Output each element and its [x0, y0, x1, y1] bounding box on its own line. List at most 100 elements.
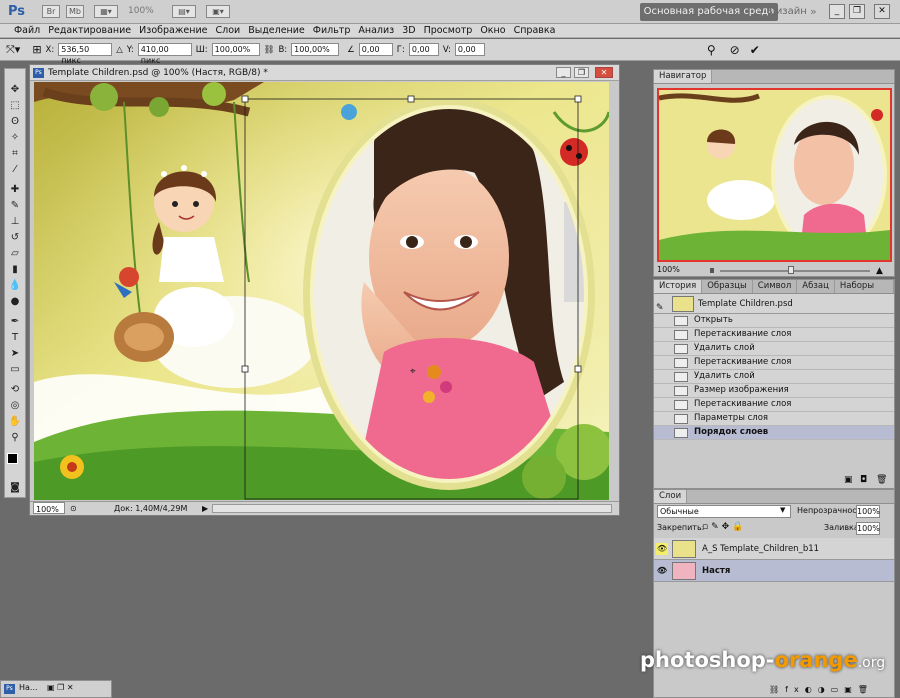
healing-brush-tool-icon[interactable]: ✚ — [7, 183, 23, 197]
delete-state-icon[interactable]: 🗑 — [876, 475, 887, 485]
blur-tool-icon[interactable]: 💧 — [7, 279, 23, 293]
gradient-tool-icon[interactable]: ▮ — [7, 263, 23, 277]
cancel-transform-icon[interactable]: ⊘ — [730, 43, 740, 57]
menu-select[interactable]: Выделение — [244, 24, 309, 38]
3d-orbit-tool-icon[interactable]: ◎ — [7, 399, 23, 413]
clone-stamp-tool-icon[interactable]: ⊥ — [7, 215, 23, 229]
blend-mode-chevron-down-icon[interactable]: ▼ — [780, 506, 785, 514]
view-extras-icon[interactable]: ▦▾ — [94, 5, 118, 18]
width-field[interactable]: 100,00% — [211, 43, 260, 56]
status-zoom-field[interactable]: 100% — [33, 502, 65, 514]
image-canvas[interactable]: ⌖ — [34, 82, 609, 500]
zoom-out-icon[interactable] — [710, 268, 714, 273]
menu-analysis[interactable]: Анализ — [354, 24, 398, 38]
history-item[interactable]: Открыть — [654, 314, 894, 328]
quick-select-tool-icon[interactable]: ✧ — [7, 131, 23, 145]
layer-row[interactable]: 👁 A_S Template_Children_b11 — [654, 538, 894, 560]
x-field[interactable]: 536,50 пикс — [58, 43, 113, 65]
design-workspace-link[interactable]: Дизайн — [768, 6, 807, 17]
history-snapshot[interactable]: ✎ Template Children.psd — [654, 294, 894, 314]
close-icon[interactable]: ✕ — [874, 4, 890, 19]
menu-view[interactable]: Просмотр — [420, 24, 477, 38]
link-icon[interactable]: ⛓ — [264, 45, 275, 55]
taskbar-doc-label[interactable]: На... — [19, 683, 38, 692]
more-workspaces-icon[interactable]: » — [810, 5, 817, 18]
hand-tool-icon[interactable]: ✋ — [7, 415, 23, 429]
bridge-icon[interactable]: Br — [42, 5, 60, 18]
doc-close-icon[interactable]: ✕ — [595, 67, 613, 78]
foreground-color-swatch[interactable] — [7, 453, 18, 464]
layer-row-selected[interactable]: 👁 Настя — [654, 560, 894, 582]
menu-layers[interactable]: Слои — [211, 24, 244, 38]
eyedropper-tool-icon[interactable]: ⁄ — [7, 163, 23, 177]
history-item[interactable]: Удалить слой — [654, 342, 894, 356]
eraser-tool-icon[interactable]: ▱ — [7, 247, 23, 261]
lock-icons[interactable]: ▫✎✥🔒 — [702, 522, 746, 532]
crop-tool-icon[interactable]: ⌗ — [7, 147, 23, 161]
tab-swatches[interactable]: Образцы — [702, 280, 753, 293]
history-item[interactable]: Перетаскивание слоя — [654, 356, 894, 370]
document-title-bar[interactable]: Ps Template Children.psd @ 100% (Настя, … — [30, 65, 619, 81]
minibridge-icon[interactable]: Mb — [66, 5, 84, 18]
zoom-tool-icon[interactable]: ⚲ — [7, 431, 23, 445]
eye-icon[interactable]: 👁 — [656, 565, 668, 577]
taskbar-buttons[interactable]: ▣ ❐ ✕ — [47, 683, 74, 692]
tab-layers[interactable]: Слои — [654, 490, 688, 503]
angle-field[interactable]: 0,00 — [358, 43, 393, 56]
doc-minimize-icon[interactable]: _ — [556, 67, 571, 78]
status-menu-arrow-icon[interactable]: ▶ — [202, 502, 208, 515]
history-item-current[interactable]: Порядок слоев — [654, 426, 894, 440]
shape-tool-icon[interactable]: ▭ — [7, 363, 23, 377]
commit-transform-icon[interactable]: ✔ — [750, 43, 760, 57]
tab-brush-presets[interactable]: Наборы кистей — [835, 280, 894, 304]
status-info-icon[interactable]: ⊙ — [70, 502, 77, 515]
navigator-zoom[interactable]: 100% — [657, 265, 680, 274]
horizontal-skew-field[interactable]: 0,00 — [408, 43, 439, 56]
warp-mode-icon[interactable]: ⚲ — [707, 43, 716, 57]
tab-navigator[interactable]: Навигатор — [654, 70, 713, 83]
zoom-in-icon[interactable]: ▲ — [876, 266, 883, 276]
history-item[interactable]: Перетаскивание слоя — [654, 328, 894, 342]
arrange-documents-icon[interactable]: ▤▾ — [172, 5, 196, 18]
menu-file[interactable]: Файл — [10, 24, 44, 38]
screen-mode-icon[interactable]: ▣▾ — [206, 5, 230, 18]
history-item[interactable]: Параметры слоя — [654, 412, 894, 426]
move-tool-icon[interactable]: ✥ — [7, 83, 23, 97]
vertical-skew-field[interactable]: 0,00 — [454, 43, 485, 56]
path-select-tool-icon[interactable]: ➤ — [7, 347, 23, 361]
eye-icon[interactable]: 👁 — [656, 543, 668, 555]
history-item[interactable]: Перетаскивание слоя — [654, 398, 894, 412]
lasso-tool-icon[interactable]: ʘ — [7, 115, 23, 129]
menu-help[interactable]: Справка — [510, 24, 560, 38]
new-document-from-state-icon[interactable]: ▣ — [844, 475, 853, 485]
zoom-slider-thumb[interactable] — [788, 266, 794, 274]
quick-mask-icon[interactable]: ◙ — [7, 481, 23, 495]
fill-field[interactable]: 100% — [856, 522, 880, 535]
new-snapshot-icon[interactable]: ◘ — [860, 475, 867, 485]
horizontal-scrollbar[interactable] — [212, 504, 612, 513]
blend-mode-select[interactable]: Обычные — [657, 505, 791, 518]
move-tool-preset-icon[interactable]: ⤧▾ — [6, 43, 20, 57]
menu-window[interactable]: Окно — [476, 24, 509, 38]
workspace-button[interactable]: Основная рабочая среда — [640, 3, 778, 21]
type-tool-icon[interactable]: T — [7, 331, 23, 345]
dodge-tool-icon[interactable]: ● — [7, 295, 23, 309]
reference-point-icon[interactable]: ⊞ — [32, 43, 41, 56]
minimize-icon[interactable]: _ — [829, 4, 845, 19]
opacity-field[interactable]: 100% — [856, 505, 880, 518]
zoom-slider[interactable] — [720, 270, 870, 272]
history-item[interactable]: Размер изображения — [654, 384, 894, 398]
navigator-preview[interactable] — [657, 88, 892, 262]
layers-footer-icons[interactable]: ⛓fx◐◑▭▣🗑 — [769, 685, 874, 694]
restore-icon[interactable]: ❐ — [849, 4, 865, 19]
3d-rotate-tool-icon[interactable]: ⟲ — [7, 383, 23, 397]
y-field[interactable]: 410,00 пикс — [137, 43, 192, 65]
tab-character[interactable]: Символ — [753, 280, 798, 293]
menu-3d[interactable]: 3D — [398, 24, 419, 38]
pen-tool-icon[interactable]: ✒ — [7, 315, 23, 329]
tab-history[interactable]: История — [654, 280, 703, 293]
history-brush-tool-icon[interactable]: ↺ — [7, 231, 23, 245]
zoom-level[interactable]: 100% — [128, 6, 154, 16]
history-item[interactable]: Удалить слой — [654, 370, 894, 384]
menu-filter[interactable]: Фильтр — [309, 24, 355, 38]
